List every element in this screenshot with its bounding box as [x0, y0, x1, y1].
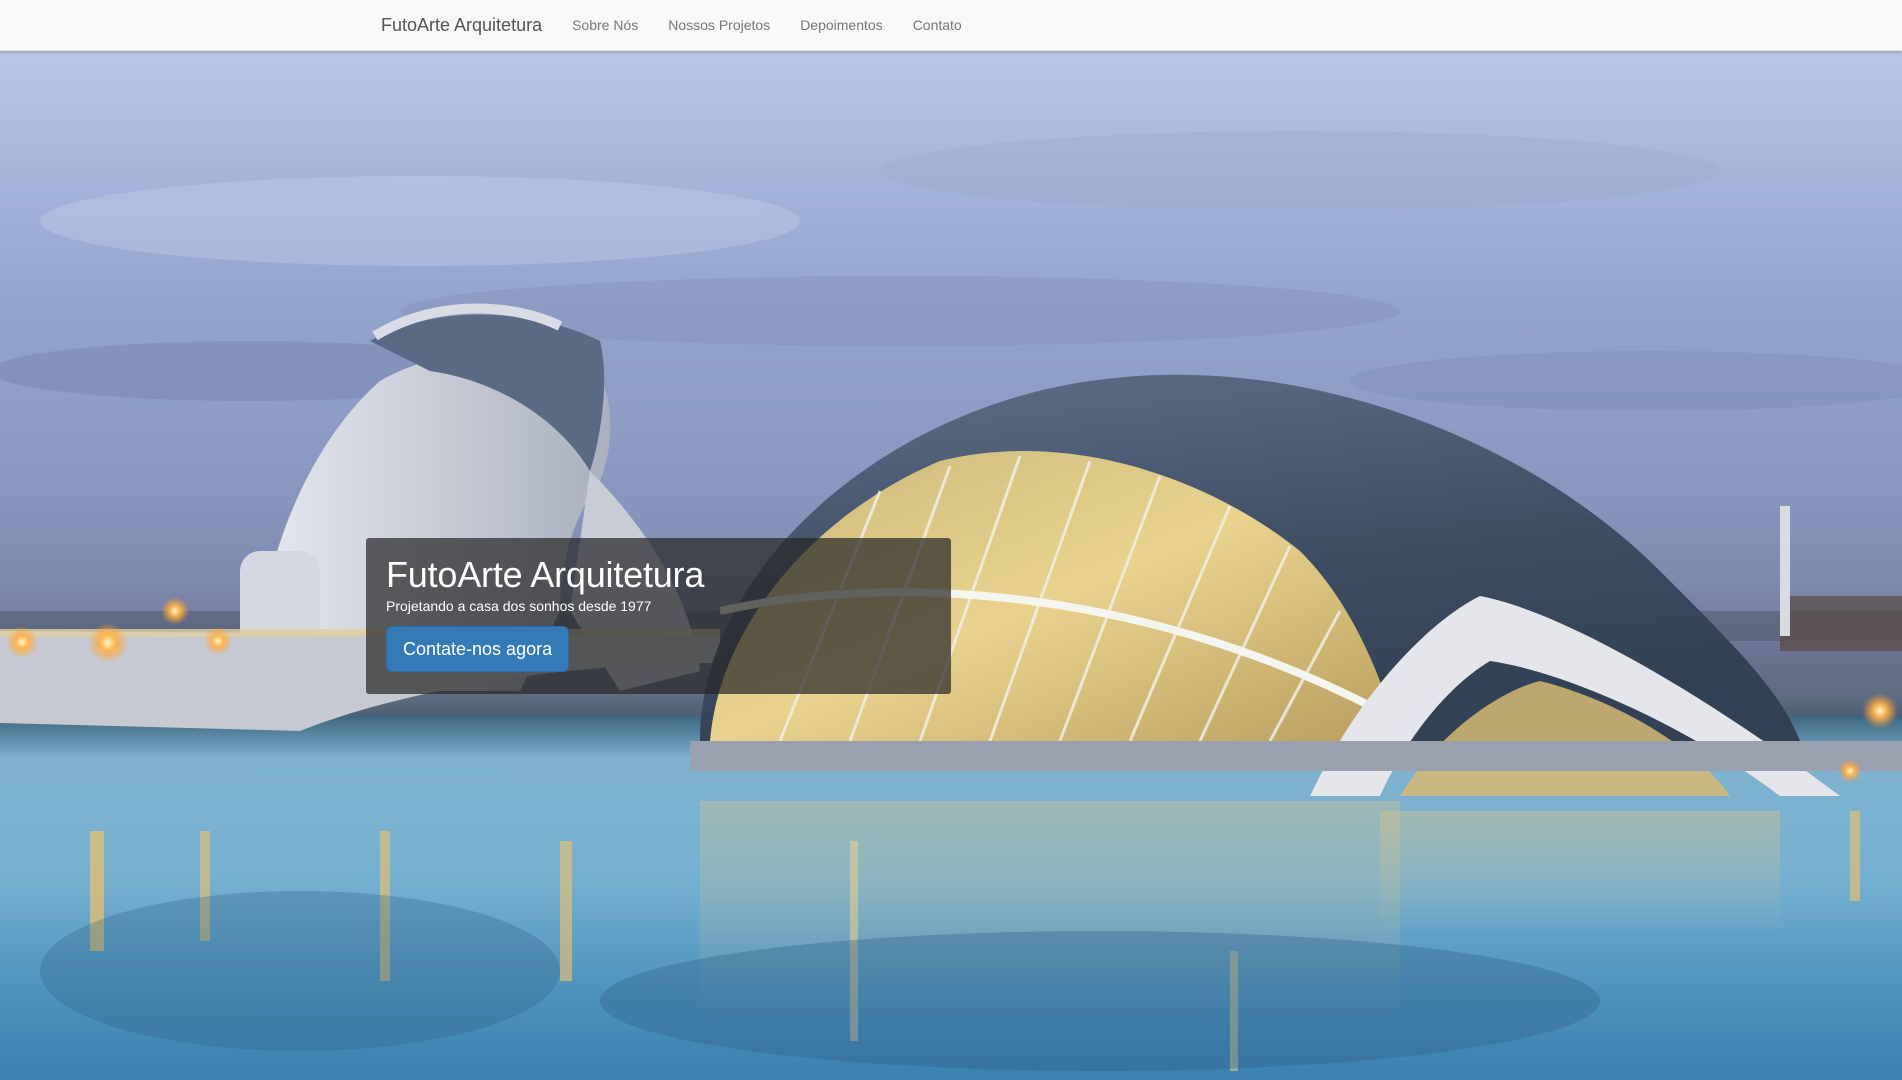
navbar-container: FutoArte Arquitetura Sobre Nós Nossos Pr… — [366, 0, 977, 51]
hero-section: FutoArte Arquitetura Projetando a casa d… — [0, 51, 1902, 1080]
contact-now-button[interactable]: Contate-nos agora — [386, 626, 570, 672]
hero-title: FutoArte Arquitetura — [386, 554, 705, 595]
nav-link-sobre-nos[interactable]: Sobre Nós — [557, 0, 653, 51]
hero-subtitle: Projetando a casa dos sonhos desde 1977 — [386, 598, 652, 614]
top-navbar: FutoArte Arquitetura Sobre Nós Nossos Pr… — [0, 0, 1902, 51]
sky-clouds — [0, 131, 1902, 411]
nav-link-depoimentos[interactable]: Depoimentos — [785, 0, 898, 51]
hero-background-image — [0, 131, 1902, 1080]
navbar-brand[interactable]: FutoArte Arquitetura — [366, 0, 557, 51]
nav-link-nossos-projetos[interactable]: Nossos Projetos — [653, 0, 785, 51]
hero-caption-box: FutoArte Arquitetura Projetando a casa d… — [366, 538, 951, 694]
nav-link-contato[interactable]: Contato — [898, 0, 977, 51]
